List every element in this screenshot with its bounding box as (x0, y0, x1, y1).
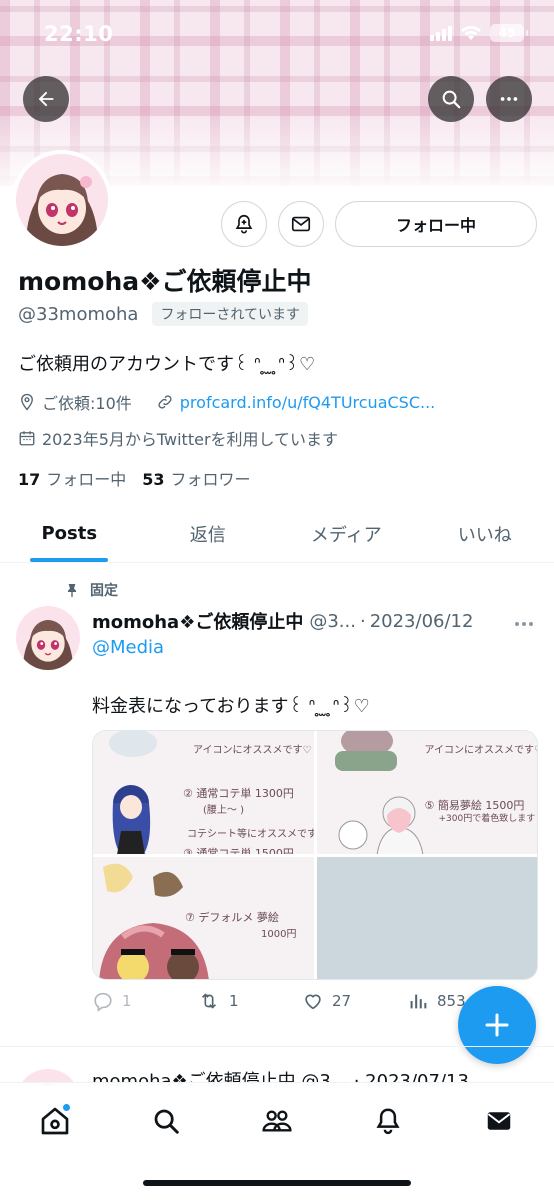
nav-home[interactable] (35, 1101, 75, 1141)
followers-count: 53 (142, 470, 165, 489)
media-label: +300円で着色致します (438, 814, 536, 824)
communities-icon (262, 1110, 292, 1132)
pin-icon (68, 584, 76, 598)
location-pin-icon (21, 393, 33, 411)
profile-bio: ご依頼用のアカウントです꒰ ᐢ ̥ ̫ ̥ᐢ꒱♡ (18, 354, 316, 375)
media-tile[interactable]: アイコンにオススメです♡ ② 通常コテ単 1300円 (腰上〜 ) コテシート等… (93, 731, 314, 854)
notification-subscribe-button[interactable] (221, 201, 267, 247)
profile-link[interactable]: profcard.info/u/fQ4TUrcuaCSC... (180, 393, 436, 412)
mail-icon (487, 1112, 511, 1130)
bell-icon (376, 1108, 400, 1135)
like-button[interactable]: 27 (302, 990, 407, 1012)
handle-row: @33momoha フォローされています (18, 302, 309, 326)
like-count: 27 (332, 992, 352, 1010)
follows-you-badge: フォローされています (152, 302, 309, 326)
following-count-link[interactable]: 17 フォロー中 (18, 466, 126, 490)
pinned-indicator: 固定 (64, 580, 118, 600)
media-label: アイコンにオススメです♡ (424, 745, 538, 756)
pinned-label: 固定 (90, 583, 118, 599)
media-label: ③ 通常コテ単 1500円 (183, 847, 294, 854)
followers-label: フォロワー (170, 470, 251, 489)
calendar-icon (19, 431, 35, 446)
tweet-media-grid[interactable]: アイコンにオススメです♡ ② 通常コテ単 1300円 (腰上〜 ) コテシート等… (92, 730, 538, 980)
avatar-illustration (16, 154, 108, 246)
following-button[interactable]: フォロー中 (335, 201, 537, 247)
notification-dot (62, 1103, 71, 1112)
heart-icon (305, 994, 321, 1010)
search-button[interactable] (428, 76, 474, 122)
tweet-author-handle[interactable]: @3... (309, 611, 356, 632)
avatar-illustration (16, 606, 80, 670)
home-indicator (143, 1180, 411, 1186)
tweet-text: 料金表になっております꒰ ᐢ ̥ ̫ ̥ᐢ꒱♡ (92, 696, 370, 717)
tweet-author-name[interactable]: momoha❖ご依頼停止中 (92, 608, 303, 634)
status-bar: 22:10 45 (0, 0, 554, 70)
reply-count: 1 (122, 992, 132, 1010)
views-chart-icon (410, 994, 427, 1009)
media-label: ② 通常コテ単 1300円 (183, 787, 294, 800)
profile-tabs: Posts 返信 メディア いいね (0, 505, 554, 563)
wifi-icon (461, 26, 481, 40)
status-time: 22:10 (44, 22, 114, 46)
search-icon (154, 1109, 179, 1134)
battery-icon: 45 (490, 24, 528, 42)
tab-likes[interactable]: いいね (416, 505, 554, 562)
more-dots-icon (515, 622, 533, 626)
profile-joined-row: 2023年5月からTwitterを利用しています (18, 426, 338, 450)
profile-joined: 2023年5月からTwitterを利用しています (42, 430, 339, 449)
media-tile-placeholder[interactable] (316, 856, 537, 979)
tab-replies[interactable]: 返信 (139, 505, 278, 562)
tweet-more-button[interactable] (514, 612, 534, 633)
media-label: アイコンにオススメです♡ (193, 745, 312, 756)
media-label: ⑦ デフォルメ 夢絵 (185, 910, 279, 924)
nav-explore[interactable] (146, 1101, 186, 1141)
nav-notifications[interactable] (368, 1101, 408, 1141)
tweet-date[interactable]: 2023/06/12 (370, 611, 474, 632)
reply-button[interactable]: 1 (92, 990, 197, 1012)
profile-handle: @33momoha (18, 303, 139, 325)
tweet-header: momoha❖ご依頼停止中 @3... · 2023/06/12 (92, 608, 532, 634)
tab-posts[interactable]: Posts (0, 505, 139, 562)
link-icon (158, 395, 172, 409)
mail-icon (291, 216, 311, 232)
next-tweet-preview[interactable]: momoha❖ご依頼停止中 @3... · 2023/07/13 (0, 1046, 554, 1086)
following-count: 17 (18, 470, 41, 489)
arrow-left-icon (38, 91, 54, 107)
back-button[interactable] (23, 76, 69, 122)
reply-icon (94, 992, 112, 1012)
message-button[interactable] (278, 201, 324, 247)
status-icons: 45 (430, 24, 528, 42)
tweet-mention-link[interactable]: @Media (92, 637, 164, 658)
tweet-avatar[interactable] (16, 606, 80, 670)
profile-avatar[interactable] (12, 150, 112, 250)
tweet-separator: · (359, 610, 366, 632)
nav-communities[interactable] (257, 1101, 297, 1141)
retweet-icon (201, 993, 217, 1009)
followers-count-link[interactable]: 53 フォロワー (142, 466, 250, 490)
nav-messages[interactable] (479, 1101, 519, 1141)
more-dots-icon (500, 97, 518, 101)
media-label: 1000円 (261, 928, 297, 940)
search-icon (442, 90, 461, 109)
profile-name: momoha❖ご依頼停止中 (18, 267, 312, 296)
signal-icon (430, 25, 452, 41)
profile-meta-row: ご依頼:10件 profcard.info/u/fQ4TUrcuaCSC... (18, 390, 435, 414)
media-label: コテシート等にオススメです♡ (187, 829, 314, 840)
media-tile[interactable]: アイコンにオススメです♡ ⑤ 簡易夢絵 1500円 +300円で着色致します (316, 731, 538, 854)
follow-counts: 17 フォロー中 53 フォロワー (18, 466, 251, 490)
profile-location: ご依頼:10件 (42, 394, 132, 413)
retweet-button[interactable]: 1 (197, 990, 302, 1012)
retweet-count: 1 (229, 992, 239, 1010)
more-button[interactable] (486, 76, 532, 122)
media-tile[interactable]: ⑦ デフォルメ 夢絵 1000円 (93, 856, 314, 979)
media-label: (腰上〜 ) (203, 805, 244, 816)
plus-icon (485, 1013, 509, 1037)
tab-media[interactable]: メディア (277, 505, 416, 562)
bell-plus-icon (235, 214, 253, 234)
following-label: フォロー中 (46, 470, 127, 489)
